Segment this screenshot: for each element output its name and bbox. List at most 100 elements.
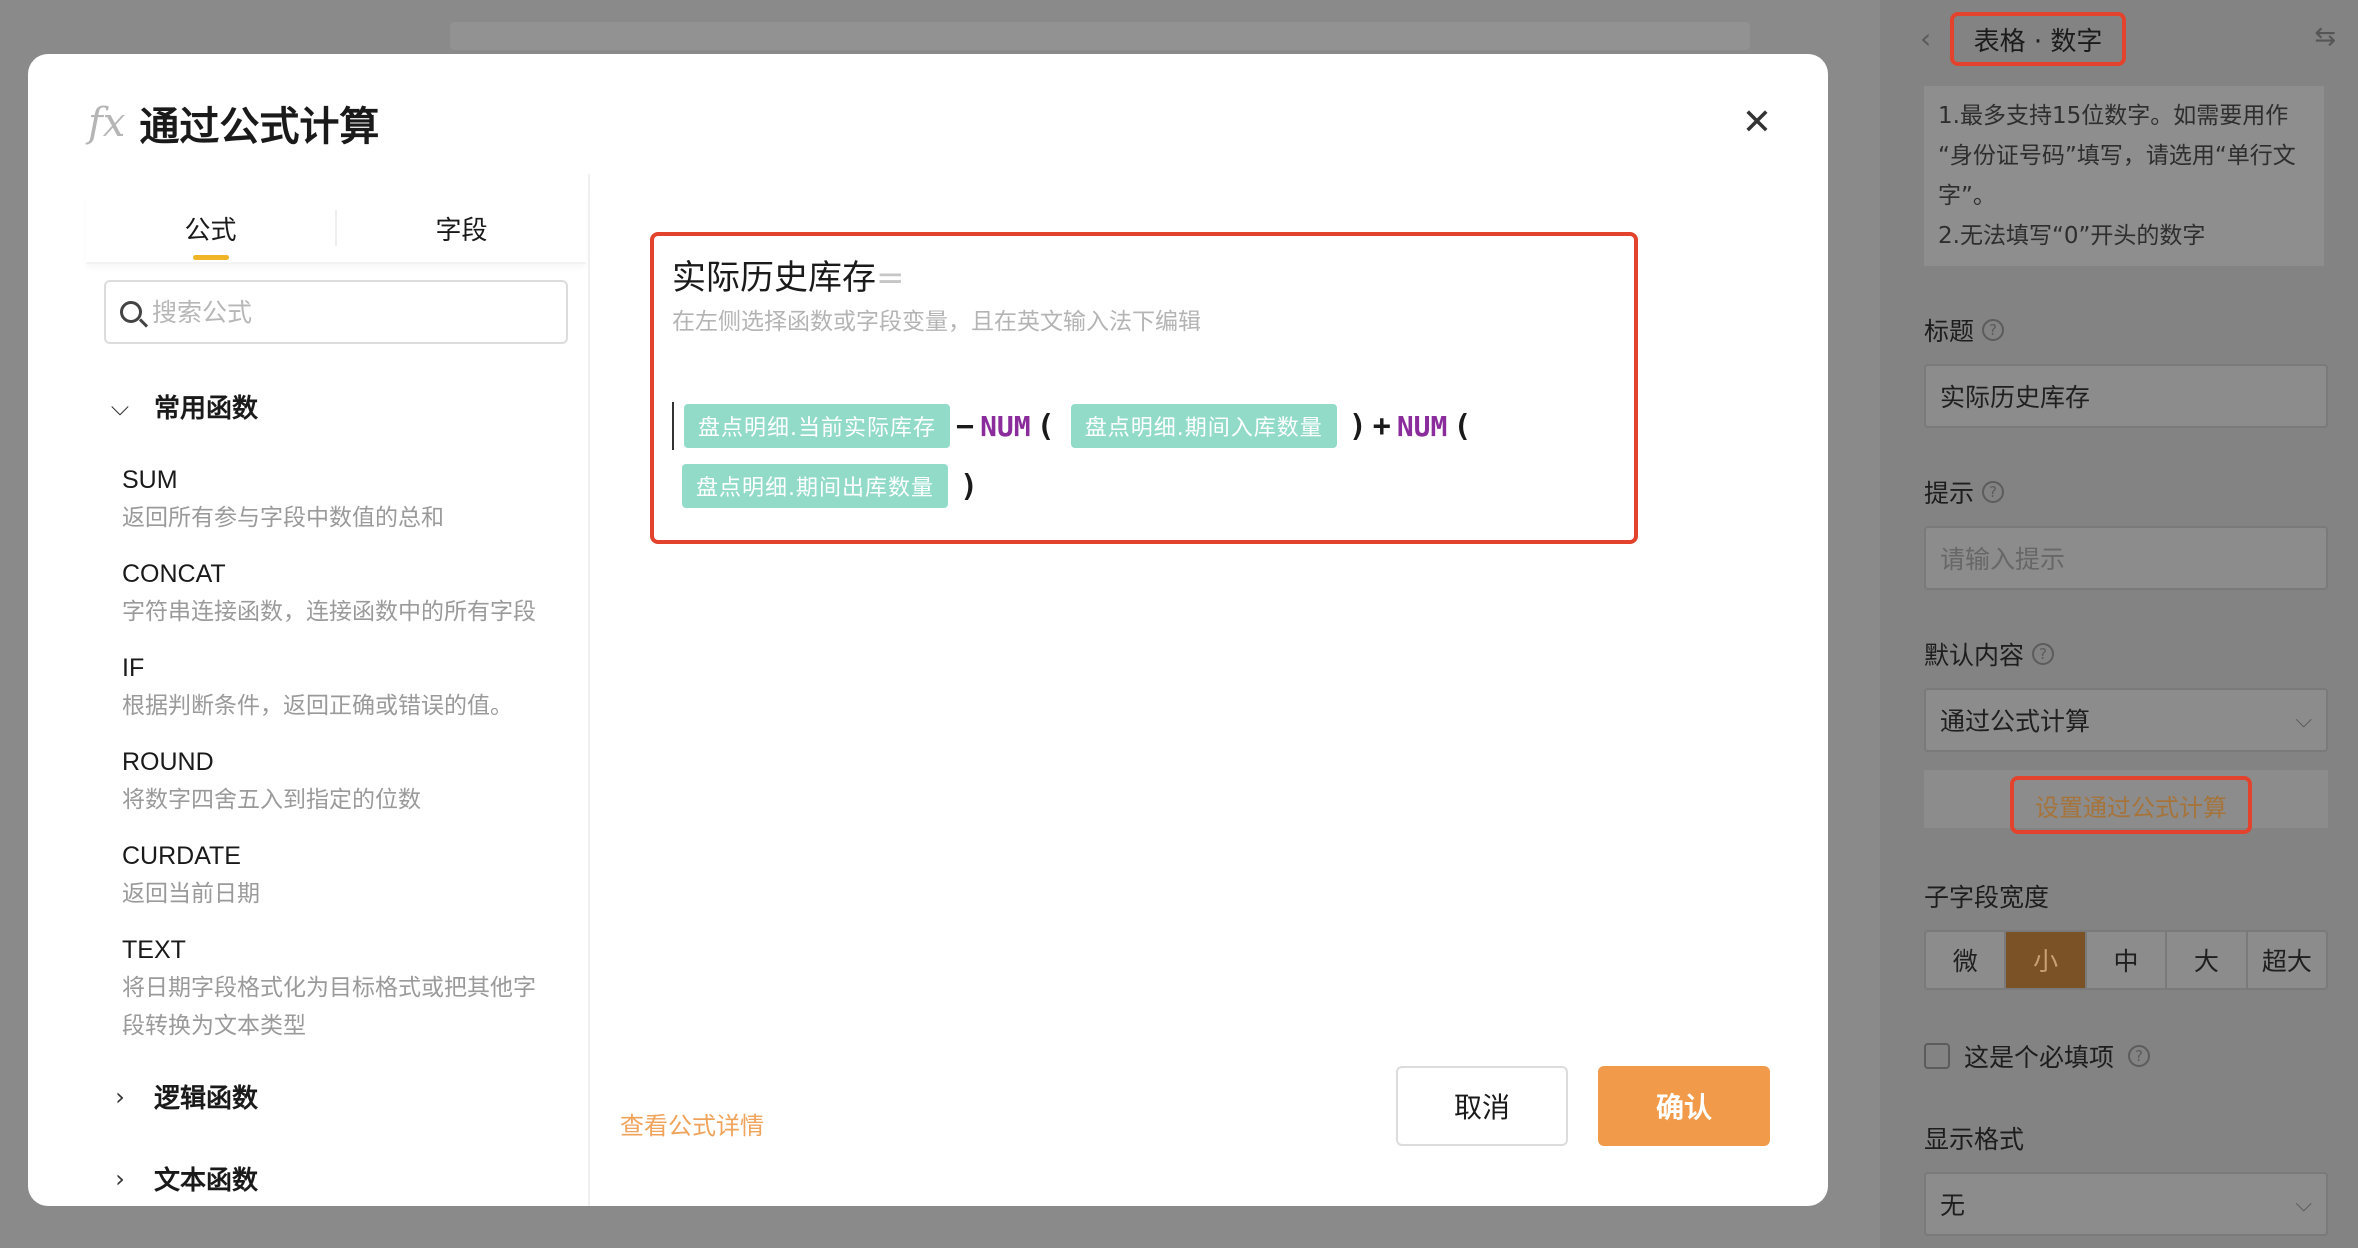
field-chip[interactable]: 盘点明细.当前实际库存: [684, 404, 950, 448]
function-item-if[interactable]: IF 根据判断条件，返回正确或错误的值。: [122, 654, 552, 725]
paren-close: ): [1348, 408, 1367, 444]
function-token[interactable]: NUM: [980, 410, 1031, 443]
notice-line: 1.最多支持15位数字。如需要用作: [1938, 103, 2289, 129]
group-text-label: 文本函数: [154, 1166, 259, 1196]
formula-search[interactable]: [104, 280, 568, 344]
title-input[interactable]: 实际历史库存: [1924, 364, 2328, 428]
width-option-xlarge[interactable]: 超大: [2247, 932, 2326, 988]
width-option-micro[interactable]: 微: [1926, 932, 2007, 988]
confirm-button[interactable]: 确认: [1598, 1066, 1770, 1146]
modal-header: fx 通过公式计算: [88, 94, 379, 152]
swap-icon[interactable]: ⇆: [2314, 22, 2336, 52]
search-icon: [120, 301, 142, 323]
function-name: ROUND: [122, 748, 214, 776]
question-icon[interactable]: ?: [2032, 643, 2055, 665]
function-item-text[interactable]: TEXT 将日期字段格式化为目标格式或把其他字段转换为文本类型: [122, 936, 552, 1045]
function-token[interactable]: NUM: [1397, 410, 1448, 443]
background-toolbar: [450, 22, 1750, 50]
sidebar-tabs: 公式 字段: [86, 194, 586, 264]
default-content-value: 通过公式计算: [1940, 707, 2091, 736]
group-common[interactable]: ⌵ 常用函数: [110, 388, 258, 425]
function-item-sum[interactable]: SUM 返回所有参与字段中数值的总和: [122, 466, 552, 537]
function-desc: 字符串连接函数，连接函数中的所有字段: [122, 599, 536, 625]
function-name: CURDATE: [122, 842, 241, 870]
default-content-select[interactable]: 通过公式计算 ⌵: [1924, 688, 2328, 752]
required-checkbox-row[interactable]: 这是个必填项 ?: [1924, 1038, 2151, 1074]
width-option-small[interactable]: 小: [2006, 932, 2087, 988]
sidebar-divider: [588, 174, 590, 1206]
chevron-down-icon: ⌵: [110, 392, 130, 421]
paren-close: ): [960, 468, 979, 504]
editor-title-text: 实际历史库存: [672, 258, 876, 298]
width-segmented-control: 微 小 中 大 超大: [1924, 930, 2328, 990]
notice-line: 字”。: [1938, 183, 1996, 209]
function-desc: 返回所有参与字段中数值的总和: [122, 505, 444, 531]
hint-input[interactable]: 请输入提示: [1924, 526, 2328, 590]
group-logic[interactable]: › 逻辑函数: [110, 1078, 258, 1115]
chevron-right-icon: ›: [115, 1164, 125, 1193]
display-format-select[interactable]: 无 ⌵: [1924, 1172, 2328, 1236]
function-desc: 返回当前日期: [122, 881, 260, 907]
formula-line-1: 盘点明细.当前实际库存 − NUM ( 盘点明细.期间入库数量 ) + NUM …: [672, 402, 1471, 450]
formula-modal: fx 通过公式计算 ✕ 公式 字段 ⌵ 常用函数 SUM 返回所有参与字段中数值…: [28, 54, 1828, 1206]
editor-field-title: 实际历史库存=: [672, 250, 905, 299]
title-input-value: 实际历史库存: [1940, 383, 2091, 412]
group-text[interactable]: › 文本函数: [110, 1160, 258, 1197]
function-name: SUM: [122, 466, 178, 494]
tab-formula[interactable]: 公式: [86, 194, 335, 262]
group-logic-label: 逻辑函数: [154, 1084, 259, 1114]
field-chip[interactable]: 盘点明细.期间出库数量: [682, 464, 948, 508]
paren-open: (: [1453, 408, 1472, 444]
text-cursor: [672, 402, 674, 450]
function-name: TEXT: [122, 936, 186, 964]
paren-open: (: [1036, 408, 1055, 444]
set-formula-button[interactable]: 设置通过公式计算: [2010, 776, 2252, 834]
chevron-down-icon: ⌵: [2295, 707, 2312, 733]
question-icon[interactable]: ?: [1982, 319, 2005, 341]
function-item-curdate[interactable]: CURDATE 返回当前日期: [122, 842, 552, 913]
chevron-right-icon: ›: [115, 1082, 125, 1111]
function-name: CONCAT: [122, 560, 226, 588]
width-option-large[interactable]: 大: [2167, 932, 2248, 988]
display-format-value: 无: [1940, 1191, 1966, 1220]
modal-title: 通过公式计算: [139, 104, 380, 150]
function-name: IF: [122, 654, 145, 682]
group-common-label: 常用函数: [154, 394, 259, 424]
notice-line: 2.无法填写“0”开头的数字: [1938, 223, 2206, 249]
default-content-label: 默认内容 ?: [1924, 636, 2055, 672]
hint-input-placeholder: 请输入提示: [1940, 545, 2066, 574]
hint-label-text: 提示: [1924, 479, 1975, 508]
display-format-label: 显示格式: [1924, 1125, 2025, 1154]
function-desc: 将日期字段格式化为目标格式或把其他字段转换为文本类型: [122, 975, 536, 1039]
question-icon[interactable]: ?: [1982, 481, 2005, 503]
chevron-down-icon: ⌵: [2295, 1191, 2312, 1217]
chevron-left-icon[interactable]: ‹: [1920, 22, 1931, 55]
question-icon[interactable]: ?: [2128, 1045, 2151, 1067]
fx-icon: fx: [88, 100, 126, 146]
function-desc: 根据判断条件，返回正确或错误的值。: [122, 693, 513, 719]
editor-equals: =: [876, 258, 905, 298]
close-icon[interactable]: ✕: [1742, 102, 1772, 143]
notice-line: “身份证号码”填写，请选用“单行文: [1938, 143, 2296, 169]
search-input[interactable]: [152, 297, 552, 327]
formula-editor[interactable]: 实际历史库存= 在左侧选择函数或字段变量，且在英文输入法下编辑 盘点明细.当前实…: [650, 232, 1638, 544]
field-type-title: 表格 · 数字: [1950, 12, 2126, 66]
function-item-concat[interactable]: CONCAT 字符串连接函数，连接函数中的所有字段: [122, 560, 552, 631]
properties-panel: ‹ 表格 · 数字 ⇆ 1.最多支持15位数字。如需要用作 “身份证号码”填写，…: [1880, 0, 2358, 1248]
required-label: 这是个必填项: [1964, 1043, 2115, 1072]
hint-label: 提示 ?: [1924, 474, 2005, 510]
function-item-round[interactable]: ROUND 将数字四舍五入到指定的位数: [122, 748, 552, 819]
editor-hint: 在左侧选择函数或字段变量，且在英文输入法下编辑: [672, 309, 1201, 335]
field-chip[interactable]: 盘点明细.期间入库数量: [1070, 404, 1337, 448]
title-label-text: 标题: [1924, 317, 1975, 346]
default-content-label-text: 默认内容: [1924, 641, 2025, 670]
title-label: 标题 ?: [1924, 312, 2005, 348]
formula-details-link[interactable]: 查看公式详情: [620, 1106, 764, 1141]
required-checkbox[interactable]: [1924, 1043, 1950, 1069]
width-option-medium[interactable]: 中: [2086, 932, 2168, 988]
operator-plus: +: [1372, 408, 1391, 444]
tab-field[interactable]: 字段: [337, 194, 586, 262]
formula-line-2: 盘点明细.期间出库数量 ): [672, 464, 978, 508]
field-notice: 1.最多支持15位数字。如需要用作 “身份证号码”填写，请选用“单行文 字”。 …: [1924, 86, 2324, 266]
cancel-button[interactable]: 取消: [1396, 1066, 1568, 1146]
